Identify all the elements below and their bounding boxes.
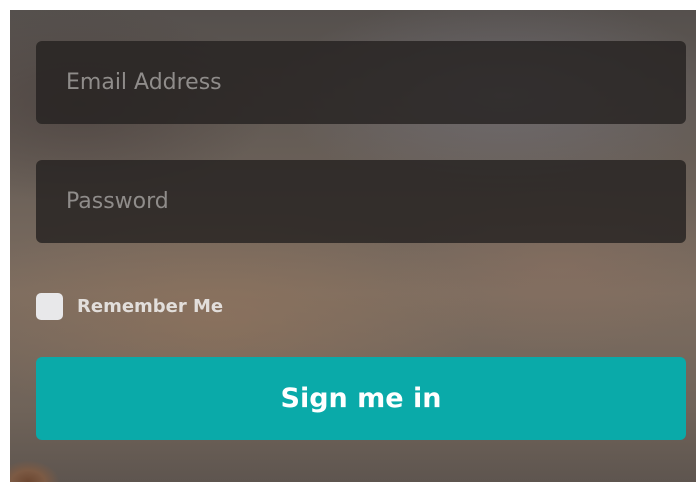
sign-in-label: Sign me in [280, 383, 442, 414]
remember-me[interactable]: Remember Me [36, 292, 223, 320]
remember-me-label[interactable]: Remember Me [77, 296, 223, 317]
email-placeholder: Email Address [66, 70, 222, 95]
email-field[interactable]: Email Address [36, 41, 686, 124]
background-rock [10, 450, 70, 482]
sign-in-button[interactable]: Sign me in [36, 357, 686, 440]
remember-me-checkbox[interactable] [36, 292, 63, 320]
password-placeholder: Password [66, 189, 169, 214]
password-field[interactable]: Password [36, 160, 686, 243]
